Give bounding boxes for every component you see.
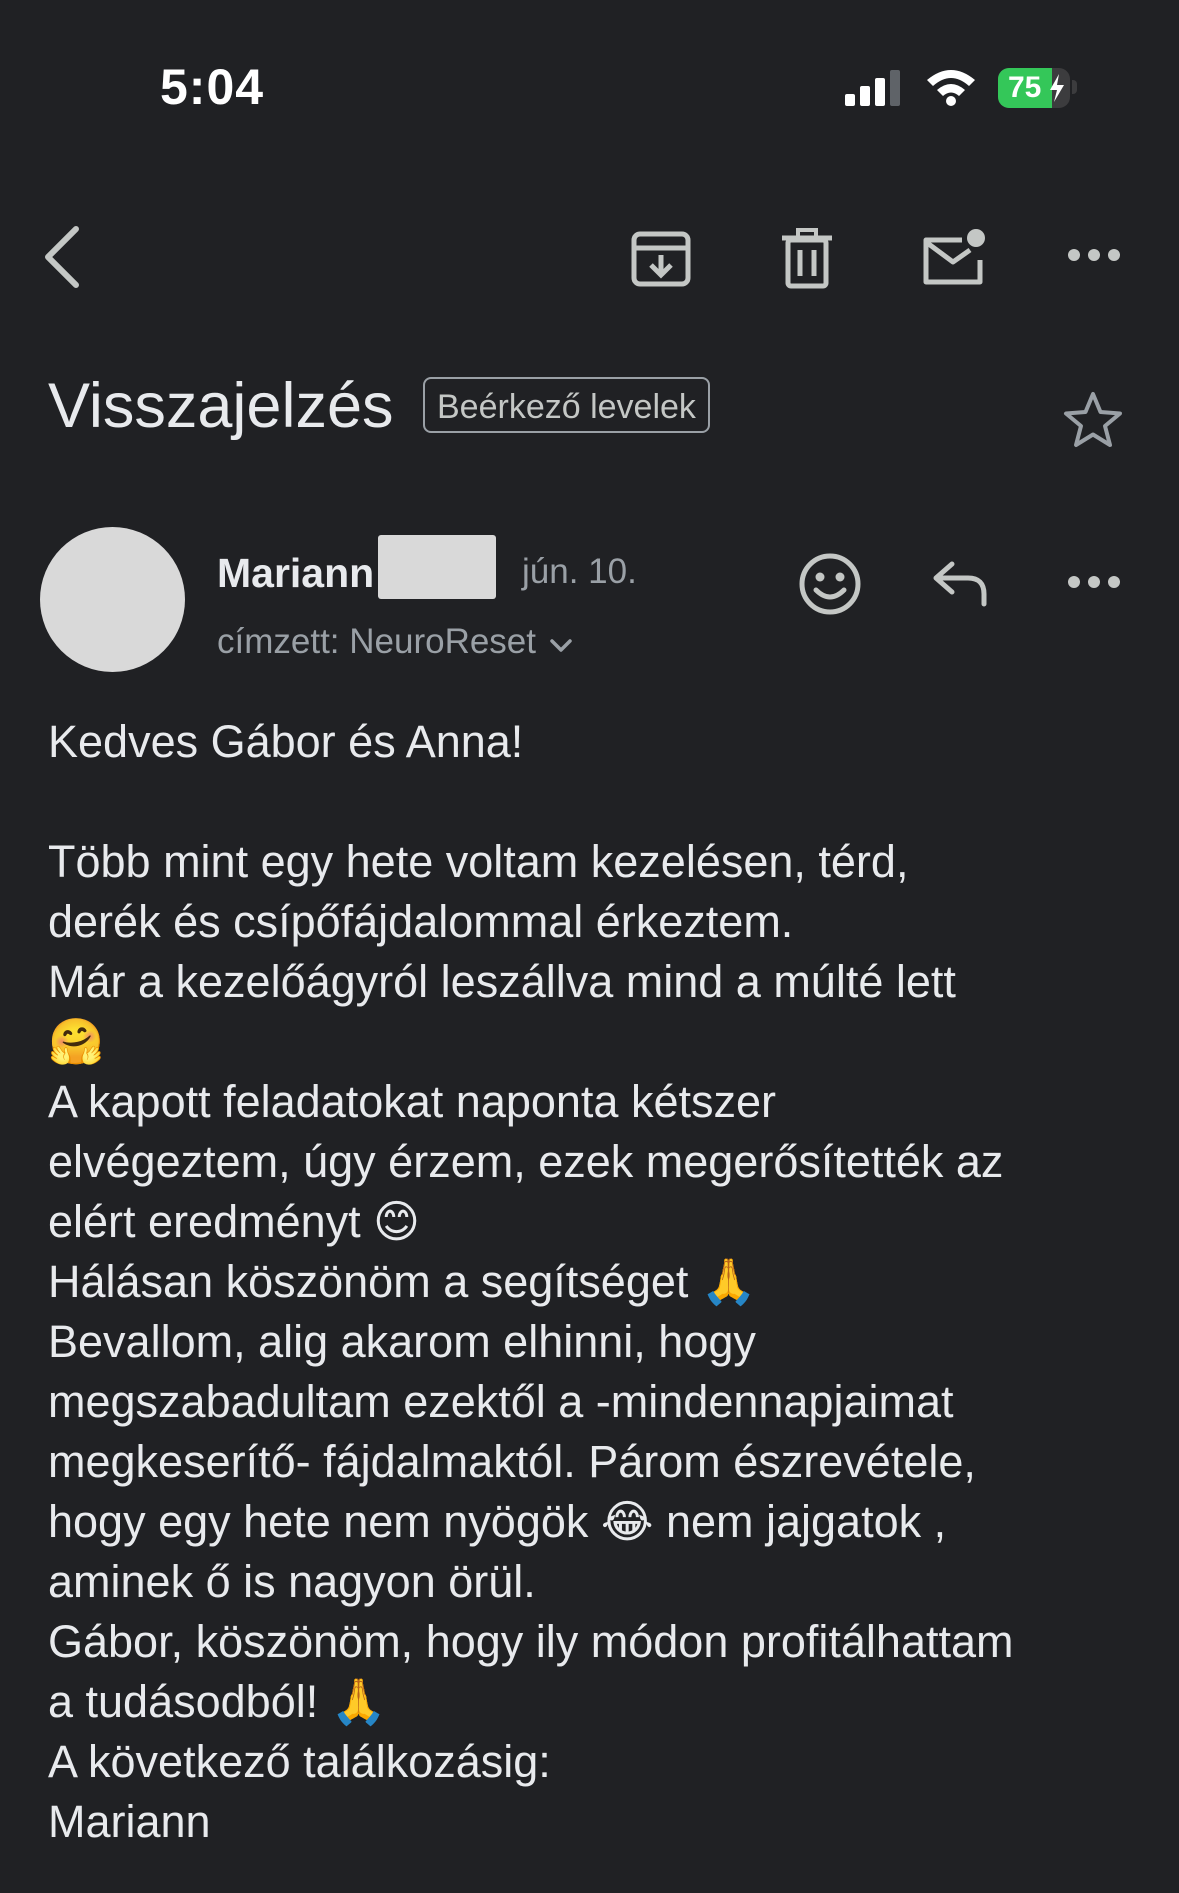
body-line: megkeserítő- fájdalmaktól. Párom észrevé…: [48, 1436, 976, 1487]
more-options-button[interactable]: [1068, 248, 1120, 262]
body-line: Hálásan köszönöm a segítséget 🙏: [48, 1256, 757, 1307]
body-line: A kapott feladatokat naponta kétszer: [48, 1076, 776, 1127]
trash-icon: [782, 228, 832, 289]
body-line: A következő találkozásig:: [48, 1736, 551, 1787]
wifi-icon: [927, 70, 975, 106]
mark-unread-icon: [923, 229, 985, 285]
body-line: Mariann: [48, 1796, 211, 1847]
body-line: elért eredményt 😊: [48, 1196, 421, 1247]
avatar[interactable]: [40, 527, 185, 672]
reply-button[interactable]: [930, 558, 990, 608]
archive-icon: [631, 231, 691, 287]
status-time: 5:04: [160, 59, 265, 115]
body-line: Már a kezelőágyról leszállva mind a múlt…: [48, 956, 956, 1007]
message-body: Kedves Gábor és Anna! Több mint egy hete…: [48, 712, 1148, 1852]
email-subject: Visszajelzés: [48, 371, 394, 441]
reply-icon: [933, 561, 987, 607]
body-line: megszabadultam ezektől a -mindennapjaima…: [48, 1376, 954, 1427]
emoji-reaction-button[interactable]: [798, 552, 862, 616]
body-line: elvégeztem, úgy érzem, ezek megerősített…: [48, 1136, 1004, 1187]
inbox-label-chip[interactable]: Beérkező levelek: [423, 377, 710, 433]
star-button[interactable]: [1062, 390, 1124, 450]
mark-unread-button[interactable]: [918, 228, 988, 290]
chevron-down-icon: [550, 639, 572, 652]
emoji-icon: [799, 553, 861, 615]
body-line: aminek ő is nagyon örül.: [48, 1556, 536, 1607]
back-button[interactable]: [40, 225, 84, 289]
more-horizontal-icon: [1068, 249, 1120, 261]
body-line: Kedves Gábor és Anna!: [48, 716, 524, 767]
body-line: hogy egy hete nem nyögök 😂 nem jajgatok …: [48, 1496, 947, 1547]
body-line: Több mint egy hete voltam kezelésen, tér…: [48, 836, 909, 887]
redacted-surname: [378, 535, 496, 599]
body-line: Bevallom, alig akarom elhinni, hogy: [48, 1316, 756, 1367]
body-line: a tudásodból! 🙏: [48, 1676, 387, 1727]
cellular-signal-icon: [845, 70, 900, 106]
body-line: [48, 772, 1148, 832]
recipient-toggle[interactable]: címzett: NeuroReset: [217, 622, 572, 662]
more-horizontal-icon: [1068, 576, 1120, 588]
recipient-text: címzett: NeuroReset: [217, 622, 536, 661]
star-outline-icon: [1064, 392, 1122, 447]
archive-button[interactable]: [628, 228, 698, 290]
delete-button[interactable]: [778, 228, 838, 290]
body-line: 🤗: [48, 1016, 105, 1067]
battery-indicator: 75: [998, 68, 1070, 108]
bolt-icon: [1050, 74, 1064, 102]
sender-name[interactable]: Mariann: [217, 550, 374, 597]
message-date: jún. 10.: [522, 552, 637, 591]
message-more-button[interactable]: [1068, 575, 1120, 589]
body-line: derék és csípőfájdalommal érkeztem.: [48, 896, 794, 947]
body-line: Gábor, köszönöm, hogy ily módon profitál…: [48, 1616, 1014, 1667]
battery-cap: [1072, 80, 1077, 94]
